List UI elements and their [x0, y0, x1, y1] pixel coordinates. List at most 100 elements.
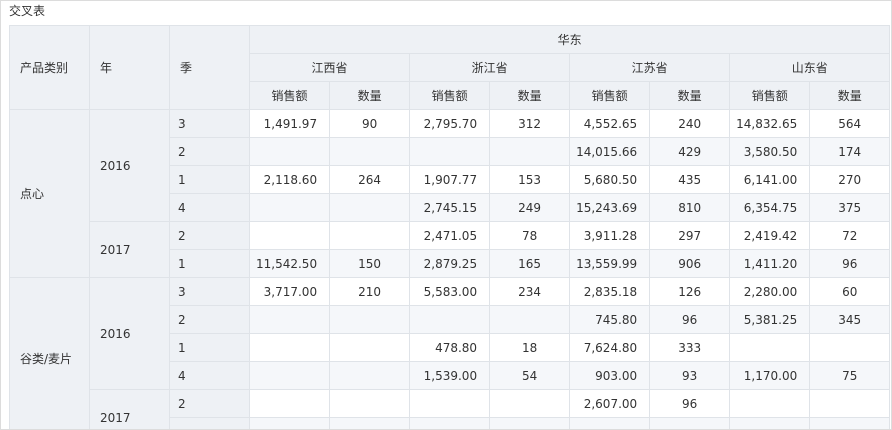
data-cell[interactable]: 478.80: [409, 333, 491, 362]
header-province-shandong[interactable]: 山东省: [729, 53, 891, 82]
data-cell[interactable]: [329, 137, 411, 166]
data-cell[interactable]: 1,907.77: [409, 165, 491, 194]
data-cell[interactable]: 2,280.00: [729, 277, 811, 306]
data-cell[interactable]: 745.80: [569, 305, 651, 334]
data-cell[interactable]: [729, 389, 811, 418]
data-cell[interactable]: 2,607.00: [569, 389, 651, 418]
data-cell[interactable]: 2,471.05: [409, 221, 491, 250]
data-cell[interactable]: 2,419.42: [729, 221, 811, 250]
data-cell[interactable]: [409, 305, 491, 334]
data-cell[interactable]: 15,243.69: [569, 193, 651, 222]
data-cell[interactable]: 7,624.80: [569, 333, 651, 362]
data-cell[interactable]: [809, 333, 891, 362]
data-cell[interactable]: 1,491.97: [248, 109, 331, 138]
data-cell[interactable]: 312: [489, 109, 571, 138]
data-cell[interactable]: 1,539.00: [409, 361, 491, 390]
data-cell[interactable]: [329, 361, 411, 390]
data-cell[interactable]: 297: [649, 221, 731, 250]
data-cell[interactable]: [409, 389, 491, 418]
header-quarter[interactable]: 季: [169, 25, 250, 110]
data-cell[interactable]: 2,879.25: [409, 249, 491, 278]
header-measure-sales[interactable]: 销售额: [409, 81, 491, 110]
data-cell[interactable]: 249: [489, 193, 571, 222]
data-cell[interactable]: 78: [489, 221, 571, 250]
data-cell[interactable]: 240: [649, 109, 731, 138]
data-cell[interactable]: 18: [489, 333, 571, 362]
data-cell[interactable]: 126: [649, 277, 731, 306]
data-cell[interactable]: [329, 333, 411, 362]
data-cell[interactable]: 60: [809, 277, 891, 306]
data-cell[interactable]: [329, 389, 411, 418]
data-cell[interactable]: [489, 417, 571, 429]
data-cell[interactable]: 5,583.00: [409, 277, 491, 306]
data-cell[interactable]: [329, 417, 411, 429]
data-cell[interactable]: 270: [809, 165, 891, 194]
data-cell[interactable]: 5,680.50: [569, 165, 651, 194]
data-cell[interactable]: 54: [489, 361, 571, 390]
header-measure-qty[interactable]: 数量: [329, 81, 411, 110]
data-cell[interactable]: [809, 417, 891, 429]
data-cell[interactable]: 165: [489, 249, 571, 278]
data-cell[interactable]: [809, 389, 891, 418]
data-cell[interactable]: 3,717.00: [248, 277, 331, 306]
data-cell[interactable]: [409, 137, 491, 166]
data-cell[interactable]: 96: [649, 305, 731, 334]
data-cell[interactable]: [248, 193, 331, 222]
data-cell[interactable]: [248, 417, 331, 429]
data-cell[interactable]: 4,552.65: [569, 109, 651, 138]
header-province-zhejiang[interactable]: 浙江省: [409, 53, 571, 82]
data-cell[interactable]: 11,542.50: [248, 249, 331, 278]
header-measure-qty[interactable]: 数量: [809, 81, 891, 110]
data-cell[interactable]: [409, 417, 491, 429]
data-cell[interactable]: 96: [649, 389, 731, 418]
data-cell[interactable]: 429: [649, 137, 731, 166]
data-cell[interactable]: [569, 417, 651, 429]
data-cell[interactable]: 234: [489, 277, 571, 306]
header-province-jiangxi[interactable]: 江西省: [248, 53, 411, 82]
data-cell[interactable]: [248, 221, 331, 250]
data-cell[interactable]: 2,745.15: [409, 193, 491, 222]
header-province-jiangsu[interactable]: 江苏省: [569, 53, 731, 82]
data-cell[interactable]: 93: [649, 361, 731, 390]
data-cell[interactable]: 210: [329, 277, 411, 306]
data-cell[interactable]: 14,015.66: [569, 137, 651, 166]
data-cell[interactable]: 903.00: [569, 361, 651, 390]
header-measure-qty[interactable]: 数量: [649, 81, 731, 110]
data-cell[interactable]: 153: [489, 165, 571, 194]
data-cell[interactable]: 96: [809, 249, 891, 278]
data-cell[interactable]: 90: [329, 109, 411, 138]
data-cell[interactable]: 174: [809, 137, 891, 166]
data-cell[interactable]: [248, 305, 331, 334]
data-cell[interactable]: 810: [649, 193, 731, 222]
header-year[interactable]: 年: [89, 25, 170, 110]
data-cell[interactable]: 333: [649, 333, 731, 362]
data-cell[interactable]: [489, 389, 571, 418]
data-cell[interactable]: [248, 389, 331, 418]
data-cell[interactable]: 13,559.99: [569, 249, 651, 278]
header-region[interactable]: 华东: [248, 25, 891, 54]
data-cell[interactable]: [649, 417, 731, 429]
data-cell[interactable]: 2,118.60: [248, 165, 331, 194]
data-cell[interactable]: [489, 305, 571, 334]
data-cell[interactable]: 2,835.18: [569, 277, 651, 306]
data-cell[interactable]: 6,141.00: [729, 165, 811, 194]
data-cell[interactable]: [248, 137, 331, 166]
data-cell[interactable]: 906: [649, 249, 731, 278]
data-cell[interactable]: 3,580.50: [729, 137, 811, 166]
data-cell[interactable]: 14,832.65: [729, 109, 811, 138]
header-measure-sales[interactable]: 销售额: [569, 81, 651, 110]
data-cell[interactable]: [489, 137, 571, 166]
header-category[interactable]: 产品类别: [9, 25, 90, 110]
data-cell[interactable]: 564: [809, 109, 891, 138]
data-cell[interactable]: 150: [329, 249, 411, 278]
data-cell[interactable]: [248, 361, 331, 390]
data-cell[interactable]: 375: [809, 193, 891, 222]
data-cell[interactable]: 75: [809, 361, 891, 390]
data-cell[interactable]: 264: [329, 165, 411, 194]
data-cell[interactable]: 6,354.75: [729, 193, 811, 222]
data-cell[interactable]: 1,170.00: [729, 361, 811, 390]
header-measure-sales[interactable]: 销售额: [729, 81, 811, 110]
data-cell[interactable]: [729, 333, 811, 362]
data-cell[interactable]: 2,795.70: [409, 109, 491, 138]
data-cell[interactable]: [248, 333, 331, 362]
